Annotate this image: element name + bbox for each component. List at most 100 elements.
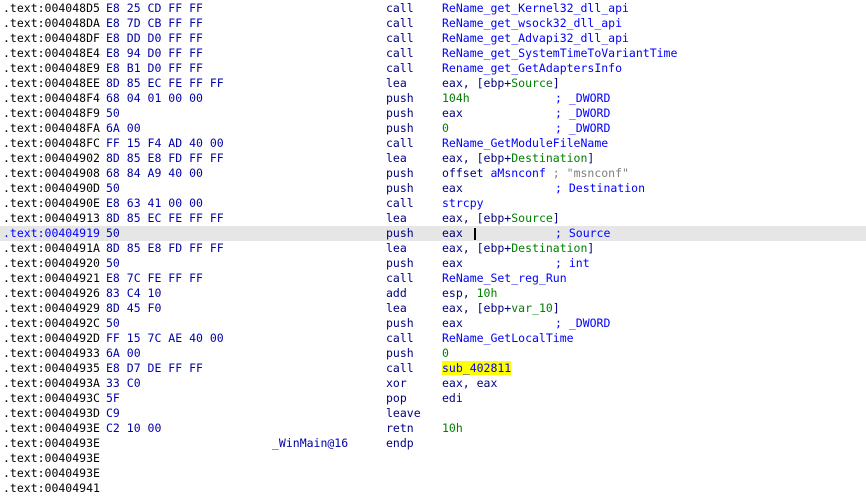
address[interactable]: .text:0040490D xyxy=(3,181,100,196)
address[interactable]: .text:004048E4 xyxy=(3,46,100,61)
mnemonic[interactable]: lea xyxy=(386,76,407,91)
mnemonic[interactable]: call xyxy=(386,271,414,286)
address[interactable]: .text:004048E9 xyxy=(3,61,100,76)
mnemonic[interactable]: xor xyxy=(386,376,407,391)
mnemonic[interactable]: lea xyxy=(386,301,407,316)
disassembly-listing[interactable]: .text:004048D5 E8 25 CD FF FF call ReName_g… xyxy=(0,0,866,495)
symbol-reference[interactable]: ReName_get_wsock32_dll_api xyxy=(442,16,622,30)
listing-line[interactable]: .text:004048FA 6A 00 push 0 ; _DWORD xyxy=(0,121,866,136)
address[interactable]: .text:004048F4 xyxy=(3,91,100,106)
listing-line[interactable]: .text:0040493D C9 leave xyxy=(0,406,866,421)
symbol-reference[interactable]: strcpy xyxy=(442,196,484,210)
listing-line[interactable]: .text:0040490E E8 63 41 00 00 call strcpy xyxy=(0,196,866,211)
listing-line[interactable]: .text:0040492D FF 15 7C AE 40 00 call ReNam… xyxy=(0,331,866,346)
mnemonic[interactable]: call xyxy=(386,61,414,76)
listing-line[interactable]: .text:0040493E C2 10 00 retn 10h xyxy=(0,421,866,436)
address[interactable]: .text:0040492D xyxy=(3,331,100,346)
address[interactable]: .text:00404941 xyxy=(3,481,100,496)
address[interactable]: .text:00404908 xyxy=(3,166,100,181)
listing-line[interactable]: .text:00404935 E8 D7 DE FF FF call sub_4028… xyxy=(0,361,866,376)
address[interactable]: .text:004048EE xyxy=(3,76,100,91)
symbol-reference[interactable]: ReName_GetModuleFileName xyxy=(442,136,608,150)
listing-line[interactable]: .text:004048E4 E8 94 D0 FF FF call ReName_g… xyxy=(0,46,866,61)
mnemonic[interactable]: call xyxy=(386,136,414,151)
address[interactable]: .text:00404926 xyxy=(3,286,100,301)
listing-line[interactable]: .text:004048DA E8 7D CB FF FF call ReName_g… xyxy=(0,16,866,31)
mnemonic[interactable]: call xyxy=(386,46,414,61)
listing-line[interactable]: .text:004048F4 68 04 01 00 00 push 104h ; _D… xyxy=(0,91,866,106)
current-listing-line[interactable]: .text:00404919 50 push eax ; Source xyxy=(0,226,866,241)
mnemonic[interactable]: endp xyxy=(386,436,414,451)
address[interactable]: .text:004048F9 xyxy=(3,106,100,121)
mnemonic[interactable]: push xyxy=(386,106,414,121)
address[interactable]: .text:00404913 xyxy=(3,211,100,226)
mnemonic[interactable]: retn xyxy=(386,421,414,436)
mnemonic[interactable]: push xyxy=(386,181,414,196)
symbol-reference[interactable]: Rename_get_GetAdaptersInfo xyxy=(442,61,622,75)
symbol-reference[interactable]: ReName_get_Advapi32_dll_api xyxy=(442,31,629,45)
address[interactable]: .text:004048FA xyxy=(3,121,100,136)
symbol-reference[interactable]: ReName_Set_reg_Run xyxy=(442,271,567,285)
address[interactable]: .text:0040493E xyxy=(3,466,100,481)
mnemonic[interactable]: push xyxy=(386,256,414,271)
address[interactable]: .text:004048DA xyxy=(3,16,100,31)
mnemonic[interactable]: lea xyxy=(386,241,407,256)
mnemonic[interactable]: push xyxy=(386,91,414,106)
mnemonic[interactable]: leave xyxy=(386,406,421,421)
mnemonic[interactable]: push xyxy=(386,121,414,136)
mnemonic[interactable]: lea xyxy=(386,151,407,166)
listing-line[interactable]: .text:0040490D 50 push eax ; Destination xyxy=(0,181,866,196)
mnemonic[interactable]: add xyxy=(386,286,407,301)
symbol-reference[interactable]: ReName_get_SystemTimeToVariantTime xyxy=(442,46,677,60)
address[interactable]: .text:00404929 xyxy=(3,301,100,316)
listing-line[interactable]: .text:00404933 6A 00 push 0 xyxy=(0,346,866,361)
address[interactable]: .text:0040493C xyxy=(3,391,100,406)
listing-line[interactable]: .text:00404908 68 84 A9 40 00 push offset a… xyxy=(0,166,866,181)
listing-line[interactable]: .text:0040493C 5F pop edi xyxy=(0,391,866,406)
address[interactable]: .text:00404902 xyxy=(3,151,100,166)
address[interactable]: .text:0040493E xyxy=(3,436,100,451)
listing-line[interactable]: .text:0040491A 8D 85 E8 FD FF FF lea eax, [… xyxy=(0,241,866,256)
mnemonic[interactable]: pop xyxy=(386,391,407,406)
mnemonic[interactable]: call xyxy=(386,1,414,16)
listing-line[interactable]: .text:004048E9 E8 B1 D0 FF FF call Rename_g… xyxy=(0,61,866,76)
listing-line[interactable]: .text:004048FC FF 15 F4 AD 40 00 call ReNam… xyxy=(0,136,866,151)
mnemonic[interactable]: call xyxy=(386,31,414,46)
listing-line[interactable]: .text:004048F9 50 push eax ; _DWORD xyxy=(0,106,866,121)
address[interactable]: .text:0040493A xyxy=(3,376,100,391)
listing-line[interactable]: .text:0040492C 50 push eax ; _DWORD xyxy=(0,316,866,331)
symbol-reference[interactable]: aMsnconf xyxy=(490,166,545,180)
listing-line[interactable]: .text:00404920 50 push eax ; int xyxy=(0,256,866,271)
highlighted-symbol[interactable]: sub_402811 xyxy=(442,361,512,375)
function-label[interactable]: _WinMain@16 xyxy=(272,436,348,451)
listing-line[interactable]: .text:0040493E _WinMain@16 endp xyxy=(0,436,866,451)
address[interactable]: .text:00404920 xyxy=(3,256,100,271)
mnemonic[interactable]: lea xyxy=(386,211,407,226)
mnemonic[interactable]: call xyxy=(386,196,414,211)
listing-line[interactable]: .text:0040493A 33 C0 xor eax, eax xyxy=(0,376,866,391)
listing-line[interactable]: .text:00404921 E8 7C FE FF FF call ReName_S… xyxy=(0,271,866,286)
mnemonic[interactable]: push xyxy=(386,316,414,331)
listing-line[interactable]: .text:004048DF E8 DD D0 FF FF call ReName_g… xyxy=(0,31,866,46)
listing-line[interactable]: .text:0040493E xyxy=(0,466,866,481)
address[interactable]: .text:00404933 xyxy=(3,346,100,361)
address[interactable]: .text:0040493E xyxy=(3,451,100,466)
address[interactable]: .text:004048D5 xyxy=(3,1,100,16)
mnemonic[interactable]: push xyxy=(386,346,414,361)
address[interactable]: .text:00404921 xyxy=(3,271,100,286)
address[interactable]: .text:0040492C xyxy=(3,316,100,331)
address[interactable]: .text:004048DF xyxy=(3,31,100,46)
address[interactable]: .text:00404919 xyxy=(3,226,100,241)
mnemonic[interactable]: push xyxy=(386,226,414,241)
symbol-reference[interactable]: ReName_GetLocalTime xyxy=(442,331,574,345)
address[interactable]: .text:0040491A xyxy=(3,241,100,256)
mnemonic[interactable]: call xyxy=(386,361,414,376)
address[interactable]: .text:004048FC xyxy=(3,136,100,151)
mnemonic[interactable]: push xyxy=(386,166,414,181)
address[interactable]: .text:00404935 xyxy=(3,361,100,376)
symbol-reference[interactable]: ReName_get_Kernel32_dll_api xyxy=(442,1,629,15)
address[interactable]: .text:0040493E xyxy=(3,421,100,436)
address[interactable]: .text:0040490E xyxy=(3,196,100,211)
address[interactable]: .text:0040493D xyxy=(3,406,100,421)
listing-line[interactable]: .text:00404941 xyxy=(0,481,866,496)
